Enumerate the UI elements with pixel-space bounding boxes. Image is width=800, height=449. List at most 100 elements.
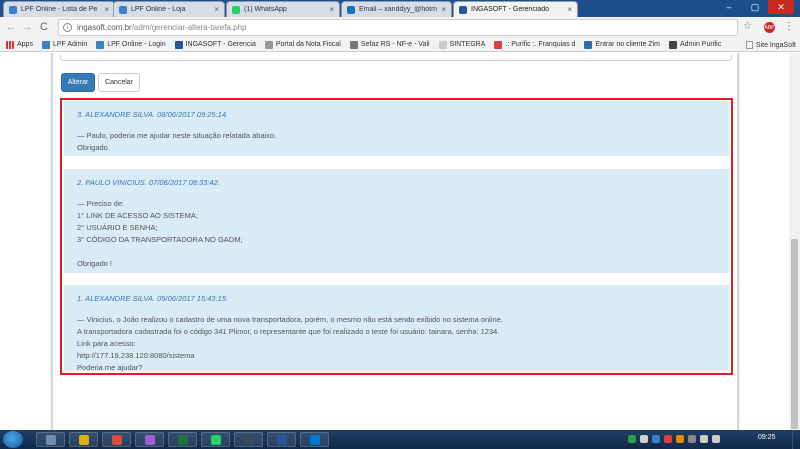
- system-tray: [628, 435, 724, 443]
- tray-icon[interactable]: [688, 435, 696, 443]
- bookmark-label: INGASOFT - Gerencia: [185, 41, 256, 48]
- close-tab-icon[interactable]: ×: [104, 5, 109, 14]
- tray-icon[interactable]: [640, 435, 648, 443]
- history-line: 1° LINK DE ACESSO AO SISTEMA;: [77, 211, 198, 220]
- browser-tab[interactable]: LPF Online - Lista de Pe ×: [3, 1, 115, 17]
- forward-button[interactable]: →: [20, 20, 34, 34]
- bookmark-label: Portal da Nota Fiscal: [275, 41, 341, 48]
- bookmark-label: Entrar no cliente Zim: [595, 41, 660, 48]
- browser-tab[interactable]: INGASOFT - Gerenciado ×: [453, 1, 578, 17]
- tray-icon[interactable]: [652, 435, 660, 443]
- close-tab-icon[interactable]: ×: [214, 5, 219, 14]
- adblock-extension-icon[interactable]: ABP: [764, 22, 775, 33]
- maximize-button[interactable]: ▢: [742, 0, 768, 14]
- close-tab-icon[interactable]: ×: [567, 5, 572, 14]
- bookmark-item[interactable]: LPF Admin: [41, 40, 87, 49]
- tray-icon[interactable]: [628, 435, 636, 443]
- reload-icon: C: [40, 21, 48, 33]
- tab-title: (1) WhatsApp: [244, 6, 287, 13]
- bookmark-item[interactable]: Portal da Nota Fiscal: [264, 40, 341, 49]
- page-icon: [745, 41, 753, 49]
- bookmark-favicon-icon: [494, 40, 503, 49]
- bookmark-label: LPF Online - Login: [107, 41, 166, 48]
- bookmark-item[interactable]: INGASOFT - Gerencia: [174, 40, 256, 49]
- tray-icon[interactable]: [676, 435, 684, 443]
- taskbar-app[interactable]: [135, 432, 164, 447]
- taskbar-app[interactable]: [168, 432, 197, 447]
- close-window-button[interactable]: ✕: [768, 0, 794, 14]
- page-viewport: Alterar Cancelar 3. ALEXANDRE SILVA. 08/…: [0, 53, 789, 430]
- taskbar-app[interactable]: [201, 432, 230, 447]
- browser-tab[interactable]: LPF Online - Loja ×: [113, 1, 225, 17]
- history-line: — Preciso de:: [77, 199, 125, 208]
- page-scrollbar[interactable]: [789, 53, 800, 430]
- back-button[interactable]: ←: [4, 20, 18, 34]
- bookmark-apps[interactable]: Apps: [6, 40, 33, 49]
- taskbar-app[interactable]: [36, 432, 65, 447]
- url-host: ingasoft.com.br: [77, 23, 132, 32]
- browser-tab[interactable]: Email – xanddyy_@hotm ×: [341, 1, 452, 17]
- address-bar[interactable]: i ingasoft.com.br/adm/gerenciar-altera-t…: [58, 19, 738, 36]
- taskbar-app-icon: [309, 434, 320, 445]
- tab-title: LPF Online - Loja: [131, 6, 186, 13]
- browser-tab-strip: – ▢ ✕ LPF Online - Lista de Pe × LPF Onlin…: [0, 0, 800, 17]
- bookmark-favicon-icon: [349, 40, 358, 49]
- history-line: Obrigado.: [77, 143, 110, 152]
- bookmark-site-ingasoft[interactable]: Site IngaSoft: [745, 38, 796, 52]
- favicon-icon: [119, 5, 127, 14]
- taskbar-app[interactable]: [69, 432, 98, 447]
- taskbar-app[interactable]: [267, 432, 296, 447]
- bookmark-label: Sefaz RS - NF-e - Vali: [360, 41, 430, 48]
- history-line: http://177.19.238.120:8080/sistema: [77, 351, 195, 360]
- bookmark-label: Site IngaSoft: [755, 41, 796, 49]
- browser-tab[interactable]: (1) WhatsApp ×: [226, 1, 340, 17]
- minimize-button[interactable]: –: [716, 0, 742, 14]
- favicon-icon: [9, 5, 17, 14]
- taskbar-app[interactable]: [300, 432, 329, 447]
- bookmark-favicon-icon: [264, 40, 273, 49]
- history-entry: 1. ALEXANDRE SILVA. 05/06/2017 15:43:15.…: [64, 285, 729, 372]
- start-button[interactable]: [3, 431, 23, 448]
- taskbar-app[interactable]: [102, 432, 131, 447]
- bookmark-item[interactable]: Admin Purific: [669, 40, 721, 49]
- bookmark-item[interactable]: Entrar no cliente Zim: [584, 40, 660, 49]
- tray-icon[interactable]: [700, 435, 708, 443]
- browser-menu-icon[interactable]: ⋮: [784, 21, 794, 32]
- history-line: A transportadora cadastrada foi o código…: [77, 327, 500, 336]
- taskbar-app-icon: [243, 434, 254, 445]
- taskbar-app-icon: [111, 434, 122, 445]
- url-path: /adm/gerenciar-altera-tarefa.php: [131, 23, 247, 32]
- taskbar-app-icon: [276, 434, 287, 445]
- history-entry: 3. ALEXANDRE SILVA. 08/06/2017 09:25:14.…: [64, 101, 729, 156]
- taskbar-clock[interactable]: 09:25: [758, 434, 776, 441]
- bookmark-item[interactable]: LPF Online - Login: [96, 40, 166, 49]
- tray-icon[interactable]: [664, 435, 672, 443]
- bookmark-item[interactable]: .: Purific :. Franquias d: [494, 40, 575, 49]
- scrollbar-thumb[interactable]: [791, 239, 798, 429]
- reload-button[interactable]: C: [37, 20, 51, 34]
- bookmark-favicon-icon: [669, 40, 677, 49]
- taskbar-app-icon: [210, 434, 221, 445]
- history-entry-header: 2. PAULO VINICIUS. 07/06/2017 08:33:42.: [77, 178, 220, 187]
- close-tab-icon[interactable]: ×: [441, 5, 446, 14]
- bookmark-favicon-icon: [584, 40, 593, 49]
- history-line: Poderia me ajudar?: [77, 363, 143, 372]
- taskbar-app-icon: [78, 434, 89, 445]
- history-line: 3° CÓDIGO DA TRANSPORTADORA NO GADM;: [77, 235, 243, 244]
- bookmark-item[interactable]: SINTEGRA: [438, 40, 485, 49]
- favicon-icon: [459, 5, 467, 14]
- save-button[interactable]: Alterar: [61, 73, 95, 92]
- taskbar-app[interactable]: [234, 432, 263, 447]
- show-desktop-button[interactable]: [792, 430, 800, 449]
- close-tab-icon[interactable]: ×: [329, 5, 334, 14]
- history-line: — Vinicius, o João realizou o cadastro d…: [77, 315, 503, 324]
- taskbar-app-icon: [45, 434, 56, 445]
- bookmark-star-icon[interactable]: ☆: [743, 21, 752, 32]
- tray-icon[interactable]: [712, 435, 720, 443]
- task-history-list: 3. ALEXANDRE SILVA. 08/06/2017 09:25:14.…: [60, 98, 733, 375]
- info-icon[interactable]: i: [63, 23, 72, 32]
- favicon-icon: [232, 5, 240, 14]
- bookmark-item[interactable]: Sefaz RS - NF-e - Vali: [349, 40, 430, 49]
- cancel-button[interactable]: Cancelar: [98, 73, 140, 92]
- tab-title: INGASOFT - Gerenciado: [471, 6, 550, 13]
